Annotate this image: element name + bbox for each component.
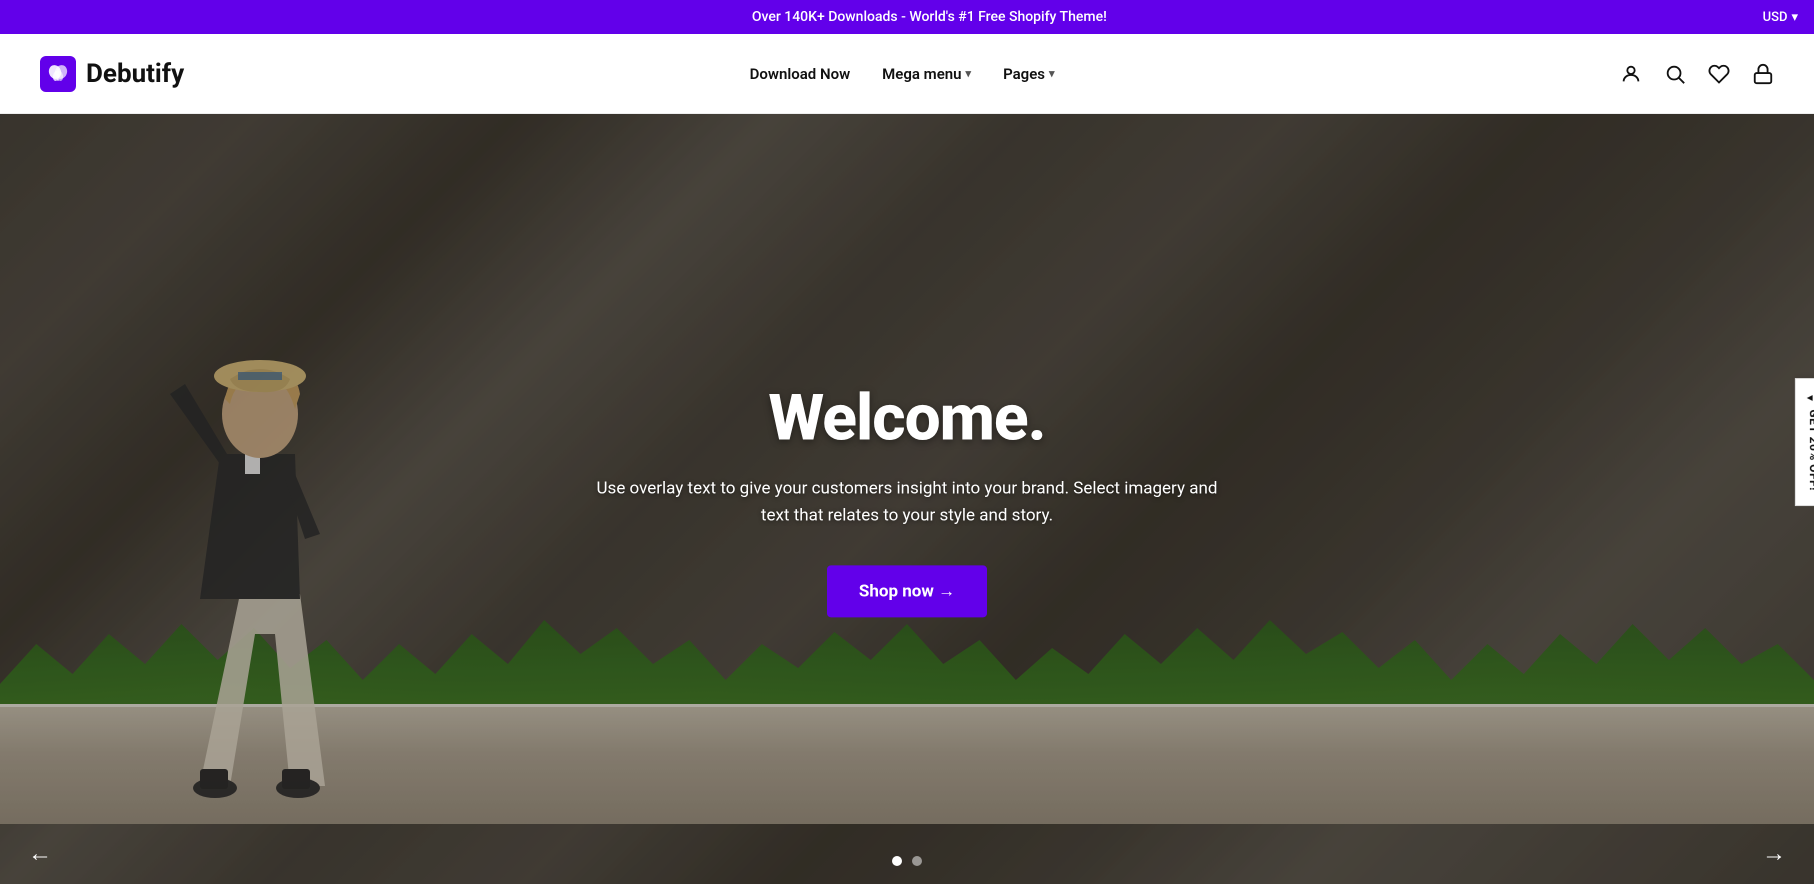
account-icon[interactable] [1620, 63, 1642, 85]
discount-tab-label: GET 20% OFF! [1807, 409, 1814, 490]
hero-subtitle: Use overlay text to give your customers … [557, 475, 1257, 529]
carousel-dot-2[interactable] [912, 856, 922, 866]
header: Debutify Download Now Mega menu ▾ Pages … [0, 34, 1814, 114]
carousel-prev-button[interactable]: ← [16, 834, 64, 874]
carousel-dots [892, 856, 922, 866]
nav-pages[interactable]: Pages ▾ [1003, 65, 1054, 83]
hero-title: Welcome. [557, 380, 1257, 455]
main-nav: Download Now Mega menu ▾ Pages ▾ [750, 65, 1055, 83]
carousel-next-button[interactable]: → [1750, 834, 1798, 874]
logo-text: Debutify [86, 59, 184, 89]
nav-mega-menu[interactable]: Mega menu ▾ [882, 65, 971, 83]
hero-section: Welcome. Use overlay text to give your c… [0, 114, 1814, 884]
hero-content: Welcome. Use overlay text to give your c… [557, 380, 1257, 617]
currency-chevron-icon: ▾ [1791, 10, 1798, 25]
currency-selector[interactable]: USD ▾ [1763, 10, 1798, 25]
currency-label: USD [1763, 10, 1788, 25]
header-icons [1620, 63, 1774, 85]
pages-chevron-icon: ▾ [1049, 67, 1055, 80]
mega-menu-chevron-icon: ▾ [966, 67, 972, 80]
shop-now-button[interactable]: Shop now → [827, 566, 987, 618]
carousel-dot-1[interactable] [892, 856, 902, 866]
nav-download[interactable]: Download Now [750, 65, 851, 83]
logo[interactable]: Debutify [40, 56, 184, 92]
logo-icon [40, 56, 76, 92]
search-icon[interactable] [1664, 63, 1686, 85]
cart-icon[interactable] [1752, 63, 1774, 85]
wishlist-icon[interactable] [1708, 63, 1730, 85]
discount-tab[interactable]: ▲ ▼ GET 20% OFF! [1795, 378, 1814, 506]
discount-tab-arrows: ▲ ▼ [1804, 393, 1814, 403]
announcement-bar: Over 140K+ Downloads - World's #1 Free S… [0, 0, 1814, 34]
announcement-text: Over 140K+ Downloads - World's #1 Free S… [96, 9, 1763, 25]
butterfly-icon [47, 63, 69, 85]
